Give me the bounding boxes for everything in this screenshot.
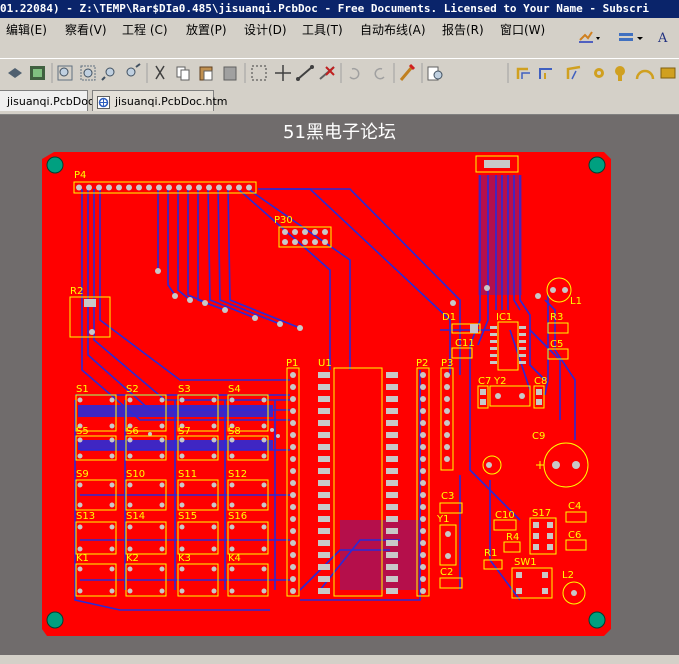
toolbar-right: A [574, 22, 679, 54]
title-bar: 01.22084) - Z:\TEMP\Rar$DIa0.485\jisuanq… [0, 0, 679, 18]
tab-pcbdoc-label: jisuanqi.PcbDoc [7, 95, 94, 108]
zoom-selected-icon[interactable] [101, 67, 115, 81]
svg-text:A: A [657, 31, 668, 46]
place-fill-icon[interactable] [660, 67, 676, 79]
menu-edit[interactable]: 编辑(E) [6, 18, 47, 42]
pcb-canvas[interactable] [0, 115, 679, 655]
select-connected-icon[interactable] [296, 65, 314, 81]
select-area-icon[interactable] [251, 65, 267, 81]
tab-htm-label: jisuanqi.PcbDoc.htm [115, 95, 228, 108]
menu-design[interactable]: 设计(D) [244, 18, 287, 42]
cross-probe-icon[interactable] [399, 63, 416, 81]
zoom-fit-icon[interactable] [57, 65, 73, 81]
place-arc-icon[interactable] [635, 69, 655, 80]
move-icon[interactable] [275, 65, 291, 81]
cut-icon[interactable] [155, 65, 165, 80]
html-doc-icon [97, 95, 110, 109]
menu-place[interactable]: 放置(P) [186, 18, 227, 42]
status-bar [0, 655, 679, 664]
zoom-area-icon[interactable] [80, 65, 96, 81]
menu-window[interactable]: 窗口(W) [500, 18, 545, 42]
chart-icon[interactable] [578, 30, 600, 44]
rubber-stamp-icon[interactable] [223, 66, 237, 81]
place-via-icon[interactable] [594, 68, 604, 78]
menu-view[interactable]: 察看(V) [65, 18, 107, 42]
menu-autoroute[interactable]: 自动布线(A) [360, 18, 426, 42]
redo-icon[interactable] [374, 67, 385, 80]
menu-reports[interactable]: 报告(R) [442, 18, 484, 42]
main-toolbar [0, 58, 679, 88]
window-title: 01.22084) - Z:\TEMP\Rar$DIa0.485\jisuanq… [0, 2, 650, 15]
menu-project[interactable]: 工程 (C) [122, 18, 168, 42]
layers-icon[interactable] [618, 30, 643, 46]
tab-pcbdoc-htm[interactable]: jisuanqi.PcbDoc.htm [92, 90, 227, 111]
component-search-icon[interactable] [427, 66, 443, 81]
deselect-icon[interactable] [319, 66, 335, 80]
layer-stack-icon[interactable] [8, 68, 22, 78]
board-view-icon[interactable] [30, 66, 45, 80]
route-multiple-icon[interactable] [566, 65, 581, 80]
document-tabs: jisuanqi.PcbDoc jisuanqi.PcbDoc.htm [0, 87, 679, 115]
route-diff-pair-icon[interactable] [539, 68, 552, 79]
tab-pcbdoc[interactable]: jisuanqi.PcbDoc [0, 90, 94, 111]
paste-icon[interactable] [199, 66, 213, 81]
undo-icon[interactable] [349, 67, 360, 80]
menu-tools[interactable]: 工具(T) [302, 18, 343, 42]
zoom-filter-icon[interactable] [126, 63, 141, 77]
place-pad-icon[interactable] [615, 66, 625, 81]
text-tool-icon[interactable]: A [656, 28, 674, 46]
interactive-route-icon[interactable] [516, 67, 530, 79]
copy-icon[interactable] [176, 66, 190, 81]
board-title: 51黑电子论坛 [283, 122, 396, 143]
